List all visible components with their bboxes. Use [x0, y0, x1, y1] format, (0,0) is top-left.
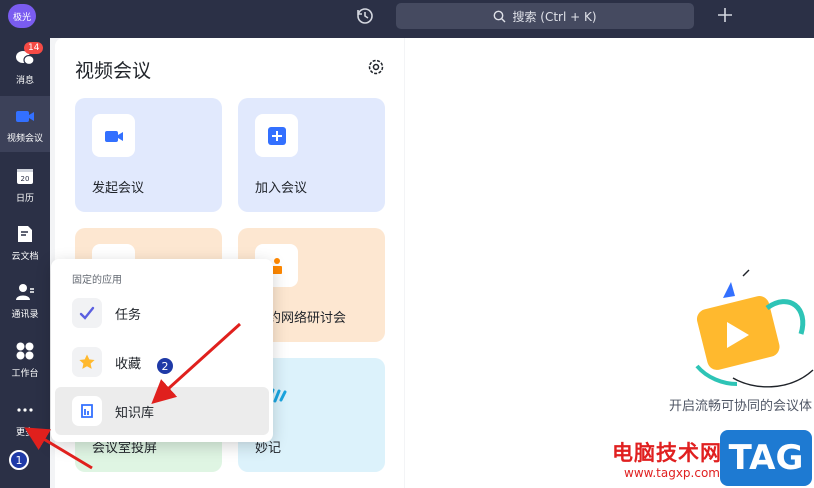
video-camera-icon [16, 110, 34, 122]
sidebar-item-more[interactable]: 更多 [0, 390, 50, 446]
popup-item-tasks[interactable]: 任务 [55, 289, 269, 337]
step-marker-1: 1 [9, 450, 29, 470]
sidebar-item-contacts[interactable]: 通讯录 [0, 272, 50, 328]
add-icon[interactable] [716, 6, 734, 24]
search-label: 搜索 (Ctrl + K) [512, 9, 597, 24]
sidebar: 消息 14 视频会议 20 日历 云文档 通讯录 工作台 更多 1 [0, 38, 50, 488]
search-icon [494, 10, 506, 22]
page-title: 视频会议 [75, 60, 152, 82]
more-dots-icon [17, 407, 33, 412]
history-icon[interactable] [355, 6, 375, 26]
sidebar-item-label: 通讯录 [11, 309, 39, 320]
sidebar-item-label: 视频会议 [6, 133, 43, 144]
sidebar-item-docs[interactable]: 云文档 [0, 214, 50, 270]
popup-item-knowledge-base[interactable]: 知识库 [55, 387, 269, 435]
card-label: 加入会议 [255, 181, 308, 196]
search-bar[interactable]: 搜索 (Ctrl + K) [396, 3, 694, 29]
calendar-icon: 20 [17, 168, 33, 184]
popup-item-label: 知识库 [115, 405, 155, 421]
apps-grid-icon [16, 342, 34, 359]
svg-text:20: 20 [21, 175, 30, 183]
join-meeting-card[interactable]: 加入会议 [238, 98, 385, 212]
gear-icon[interactable] [367, 58, 385, 76]
start-meeting-card[interactable]: 发起会议 [75, 98, 222, 212]
video-play-illustration [695, 269, 814, 388]
watermark-url: www.tagxp.com [624, 466, 720, 480]
sidebar-item-label: 云文档 [11, 251, 39, 262]
watermark-title: 电脑技术网 [612, 441, 722, 465]
sidebar-item-label: 工作台 [11, 368, 39, 379]
checkmark-icon [72, 298, 102, 328]
plus-square-icon [255, 114, 298, 157]
popup-item-label: 收藏 [115, 356, 142, 372]
knowledge-base-icon [72, 396, 102, 426]
sidebar-item-messages[interactable]: 消息 14 [0, 38, 50, 94]
contacts-icon [16, 283, 34, 300]
top-bar: 极光 搜索 (Ctrl + K) [0, 0, 814, 38]
star-icon [72, 347, 102, 377]
empty-state-text: 开启流畅可协同的会议体 [669, 399, 813, 414]
sidebar-item-label: 消息 [15, 75, 34, 86]
unread-badge: 14 [24, 42, 44, 54]
sidebar-item-workplace[interactable]: 工作台 [0, 331, 50, 387]
video-camera-icon [92, 114, 135, 157]
document-icon [18, 225, 32, 242]
sidebar-item-label: 日历 [15, 193, 34, 204]
card-label: 发起会议 [92, 181, 145, 196]
popup-heading: 固定的应用 [72, 275, 122, 286]
sidebar-item-video-meeting[interactable]: 视频会议 [0, 96, 50, 152]
avatar[interactable]: 极光 [8, 4, 36, 28]
sidebar-item-calendar[interactable]: 20 日历 [0, 156, 50, 212]
pinned-apps-popup: 固定的应用 任务 收藏 知识库 2 [51, 259, 273, 442]
meeting-empty-state: 开启流畅可协同的会议体 [405, 38, 814, 488]
tag-logo: TAG [720, 430, 812, 486]
popup-item-label: 任务 [115, 307, 142, 323]
sidebar-item-label: 更多 [15, 427, 34, 438]
step-marker-2: 2 [155, 356, 175, 376]
